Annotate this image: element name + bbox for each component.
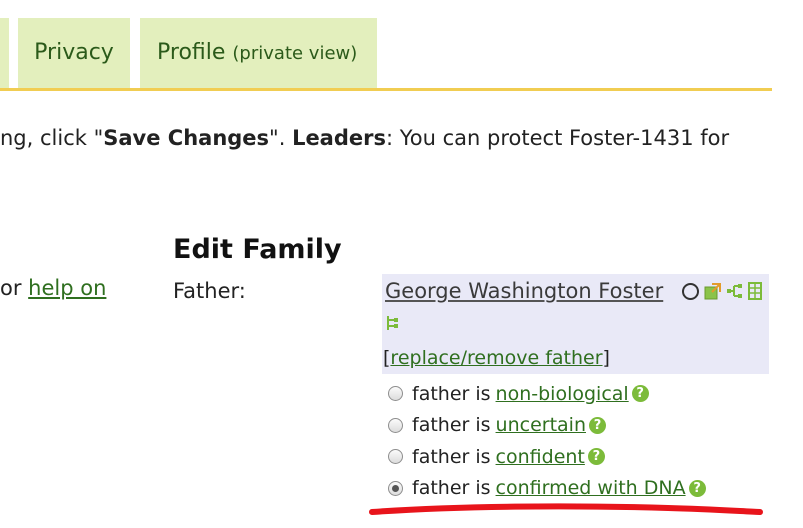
confirmed-with-dna-link[interactable]: confirmed with DNA	[496, 477, 686, 499]
notice-text-1: ng, click "	[0, 126, 104, 150]
radio-uncertain[interactable]	[388, 417, 403, 433]
help-question-icon[interactable]: ?	[631, 385, 649, 403]
father-icon-row	[682, 282, 770, 300]
uncertain-link[interactable]: uncertain	[496, 414, 586, 436]
father-name-link[interactable]: George Washington Foster	[385, 279, 663, 303]
notice-text-3: : You can protect Foster-1431 for	[386, 126, 730, 150]
radio-confident[interactable]	[388, 449, 403, 465]
father-status-options: father is non-biological ? father is unc…	[388, 378, 706, 504]
tab-profile-label: Profile	[157, 40, 226, 65]
edit-family-title: Edit Family	[173, 234, 342, 265]
status-option-non-biological: father is non-biological ?	[388, 378, 706, 410]
status-option-uncertain: father is uncertain ?	[388, 410, 706, 442]
non-biological-link[interactable]: non-biological	[496, 383, 629, 405]
save-notice: ng, click "Save Changes". Leaders: You c…	[0, 126, 803, 150]
status-prefix: father is	[412, 445, 491, 468]
help-text: or help on	[0, 276, 106, 300]
red-annotation-underline	[369, 503, 763, 515]
ancestors-tree-icon[interactable]	[385, 314, 399, 336]
status-prefix: father is	[412, 414, 491, 437]
notice-leaders: Leaders	[292, 126, 386, 150]
tab-profile[interactable]: Profile (private view)	[140, 18, 377, 88]
descendants-grid-icon[interactable]	[748, 282, 766, 300]
status-prefix: father is	[412, 382, 491, 405]
tab-bar: Privacy Profile (private view)	[0, 0, 803, 91]
tab-privacy[interactable]: Privacy	[18, 18, 130, 88]
status-prefix: father is	[412, 477, 491, 500]
privacy-circle-icon[interactable]	[682, 282, 699, 300]
tab-divider	[0, 88, 772, 91]
help-question-icon[interactable]: ?	[688, 479, 706, 497]
tab-profile-sublabel: (private view)	[232, 43, 358, 64]
help-on-link[interactable]: help on	[28, 276, 106, 300]
help-prefix: or	[0, 276, 29, 300]
confident-link[interactable]: confident	[496, 446, 585, 468]
help-question-icon[interactable]: ?	[589, 416, 606, 434]
status-option-confident: father is confident ?	[388, 441, 706, 473]
tab-previous[interactable]	[0, 18, 9, 88]
replace-father-line: [replace/remove father]	[383, 347, 610, 369]
radio-non-biological[interactable]	[388, 386, 403, 402]
help-question-icon[interactable]: ?	[587, 448, 605, 466]
notice-save-changes: Save Changes	[103, 126, 270, 150]
family-tree-icon[interactable]	[726, 282, 744, 300]
tab-privacy-label: Privacy	[34, 40, 114, 65]
external-link-icon[interactable]	[704, 282, 722, 300]
bracket-close: ]	[602, 347, 610, 369]
radio-confirmed-with-dna[interactable]	[388, 480, 403, 496]
replace-remove-father-link[interactable]: replace/remove father	[390, 347, 602, 369]
father-label: Father:	[173, 279, 246, 303]
father-box: George Washington Foster [replace/remove…	[382, 274, 769, 374]
notice-text-2: ".	[269, 126, 293, 150]
